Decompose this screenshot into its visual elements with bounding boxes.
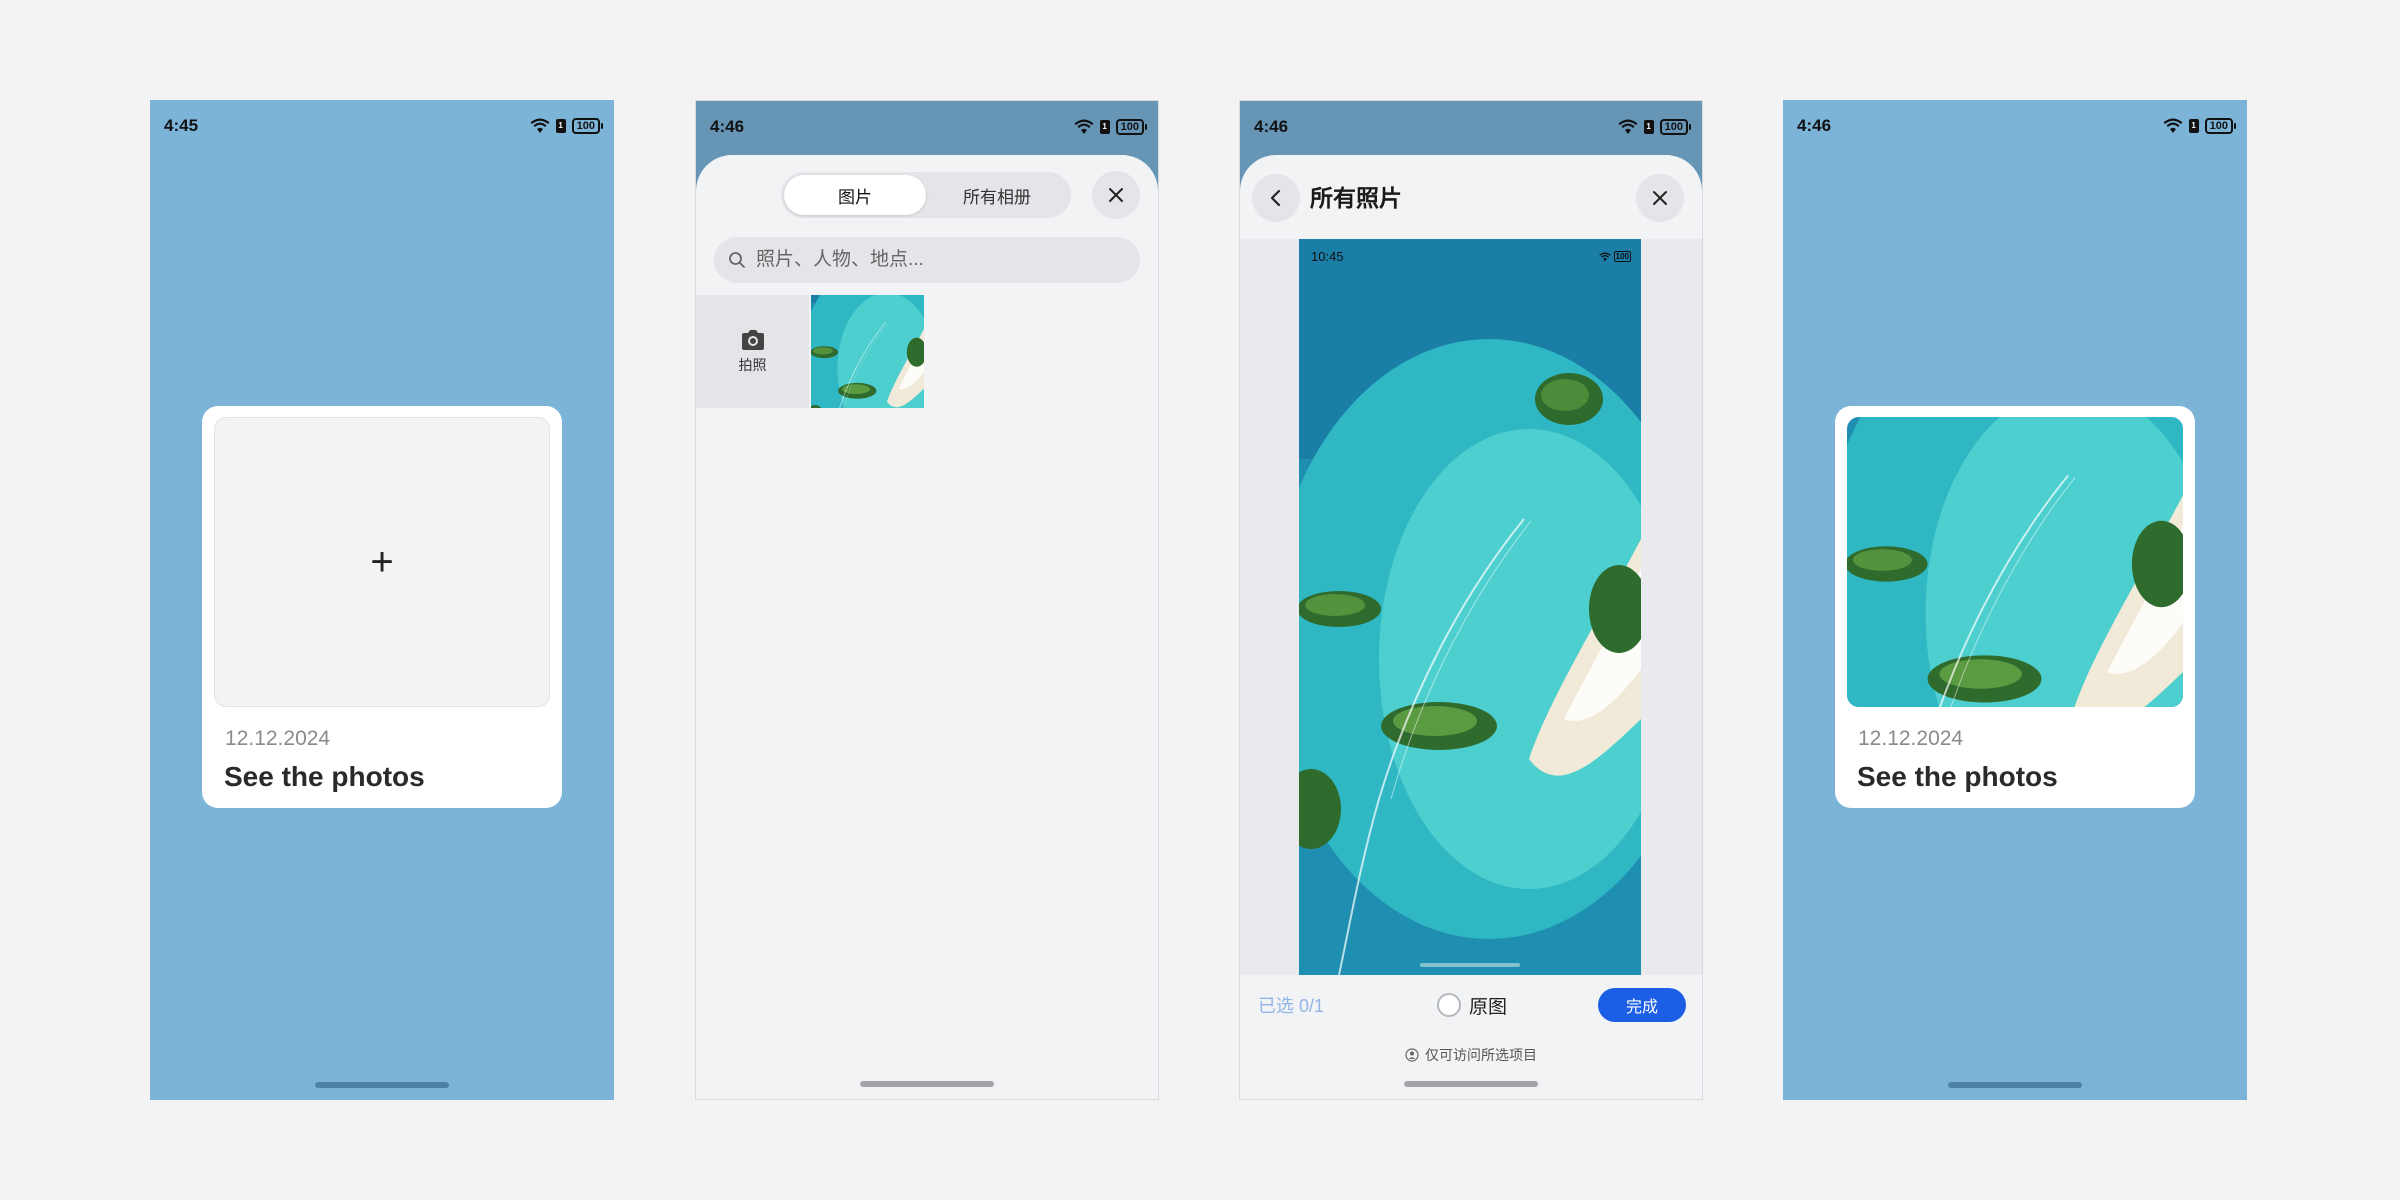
battery-icon: 100 xyxy=(571,118,604,134)
sim-icon: 1 xyxy=(2188,119,2199,133)
preview-status-time: 10:45 xyxy=(1311,249,1344,264)
tab-pictures[interactable]: 图片 xyxy=(784,175,926,215)
card-date: 12.12.2024 xyxy=(225,727,331,750)
access-note-text: 仅可访问所选项目 xyxy=(1425,1047,1537,1063)
sim-icon: 1 xyxy=(555,119,566,133)
done-button[interactable]: 完成 xyxy=(1598,988,1686,1022)
photo-thumbnail[interactable] xyxy=(811,295,924,408)
search-icon xyxy=(729,252,745,268)
status-bar: 4:46 1 100 xyxy=(1783,100,2247,152)
photo-preview-image xyxy=(1299,239,1641,975)
home-indicator[interactable] xyxy=(315,1082,449,1088)
back-button[interactable] xyxy=(1252,174,1300,222)
photo-thumbnail-image xyxy=(811,295,924,408)
wifi-icon xyxy=(1074,119,1094,134)
tab-all-albums[interactable]: 所有相册 xyxy=(926,175,1068,215)
take-photo-button[interactable]: 拍照 xyxy=(696,295,809,408)
preview-status-bar: 10:45 100 xyxy=(1311,249,1631,264)
original-toggle[interactable]: 原图 xyxy=(1437,992,1507,1019)
screen-filled-card: 4:46 1 100 12.12.2024 See the photos xyxy=(1783,100,2247,1100)
picker-sheet: 图片 所有相册 拍照 xyxy=(696,155,1158,1099)
close-button[interactable] xyxy=(1636,174,1684,222)
photo-grid: 拍照 xyxy=(696,295,924,408)
battery-icon: 100 xyxy=(1115,119,1148,135)
card-title: See the photos xyxy=(224,761,425,792)
privacy-icon xyxy=(1405,1048,1419,1062)
card-photo-image xyxy=(1847,417,2183,707)
wifi-icon xyxy=(1618,119,1638,134)
photo-card[interactable]: 12.12.2024 See the photos xyxy=(1835,406,2195,808)
chevron-left-icon xyxy=(1270,189,1281,207)
search-bar[interactable] xyxy=(714,237,1140,283)
close-icon xyxy=(1653,191,1667,205)
selection-bar: 已选 0/1 原图 完成 xyxy=(1240,975,1702,1035)
sim-icon: 1 xyxy=(1643,120,1654,134)
wifi-icon xyxy=(2163,118,2183,133)
status-time: 4:46 xyxy=(710,117,745,136)
close-button[interactable] xyxy=(1092,171,1140,219)
status-time: 4:46 xyxy=(1254,117,1289,136)
radio-icon[interactable] xyxy=(1437,993,1461,1017)
status-time: 4:45 xyxy=(164,116,199,135)
home-indicator[interactable] xyxy=(860,1081,994,1087)
search-input[interactable] xyxy=(756,249,1116,271)
photo-preview[interactable]: 10:45 100 xyxy=(1299,239,1641,975)
status-bar: 4:46 1 100 xyxy=(1240,101,1702,153)
page-title: 所有照片 xyxy=(1310,185,1402,211)
access-note: 仅可访问所选项目 xyxy=(1240,1045,1702,1065)
plus-icon: + xyxy=(370,540,394,584)
battery-icon: 100 xyxy=(1613,251,1631,262)
sim-icon: 1 xyxy=(1099,120,1110,134)
preview-area: 10:45 100 xyxy=(1240,239,1702,975)
preview-sheet: 所有照片 10:45 100 已选 0/1 原图 完成 仅可访问所选项目 xyxy=(1240,155,1702,1099)
screen-photo-preview: 4:46 1 100 所有照片 10:45 100 已选 0/1 原图 完成 仅… xyxy=(1239,100,1703,1100)
segmented-control: 图片 所有相册 xyxy=(781,172,1071,218)
battery-icon: 100 xyxy=(1659,119,1692,135)
status-bar: 4:46 1 100 xyxy=(696,101,1158,153)
home-indicator[interactable] xyxy=(1948,1082,2082,1088)
status-time: 4:46 xyxy=(1797,116,1832,135)
take-photo-label: 拍照 xyxy=(738,356,767,373)
status-bar: 4:45 1 100 xyxy=(150,100,614,152)
photo-card[interactable]: + 12.12.2024 See the photos xyxy=(202,406,562,808)
selected-count: 已选 0/1 xyxy=(1258,996,1325,1016)
add-photo-button[interactable]: + xyxy=(214,417,550,707)
screen-photo-picker: 4:46 1 100 图片 所有相册 拍照 xyxy=(695,100,1159,1100)
preview-home-indicator xyxy=(1420,963,1520,967)
wifi-icon xyxy=(530,118,550,133)
card-date: 12.12.2024 xyxy=(1858,727,1964,750)
battery-icon: 100 xyxy=(2204,118,2237,134)
original-label: 原图 xyxy=(1469,996,1508,1018)
close-icon xyxy=(1109,188,1123,202)
screen-empty-card: 4:45 1 100 + 12.12.2024 See the photos xyxy=(150,100,614,1100)
camera-icon xyxy=(741,329,764,350)
home-indicator[interactable] xyxy=(1404,1081,1538,1087)
card-title: See the photos xyxy=(1857,761,2058,792)
wifi-icon xyxy=(1598,252,1611,261)
card-photo[interactable] xyxy=(1847,417,2183,707)
